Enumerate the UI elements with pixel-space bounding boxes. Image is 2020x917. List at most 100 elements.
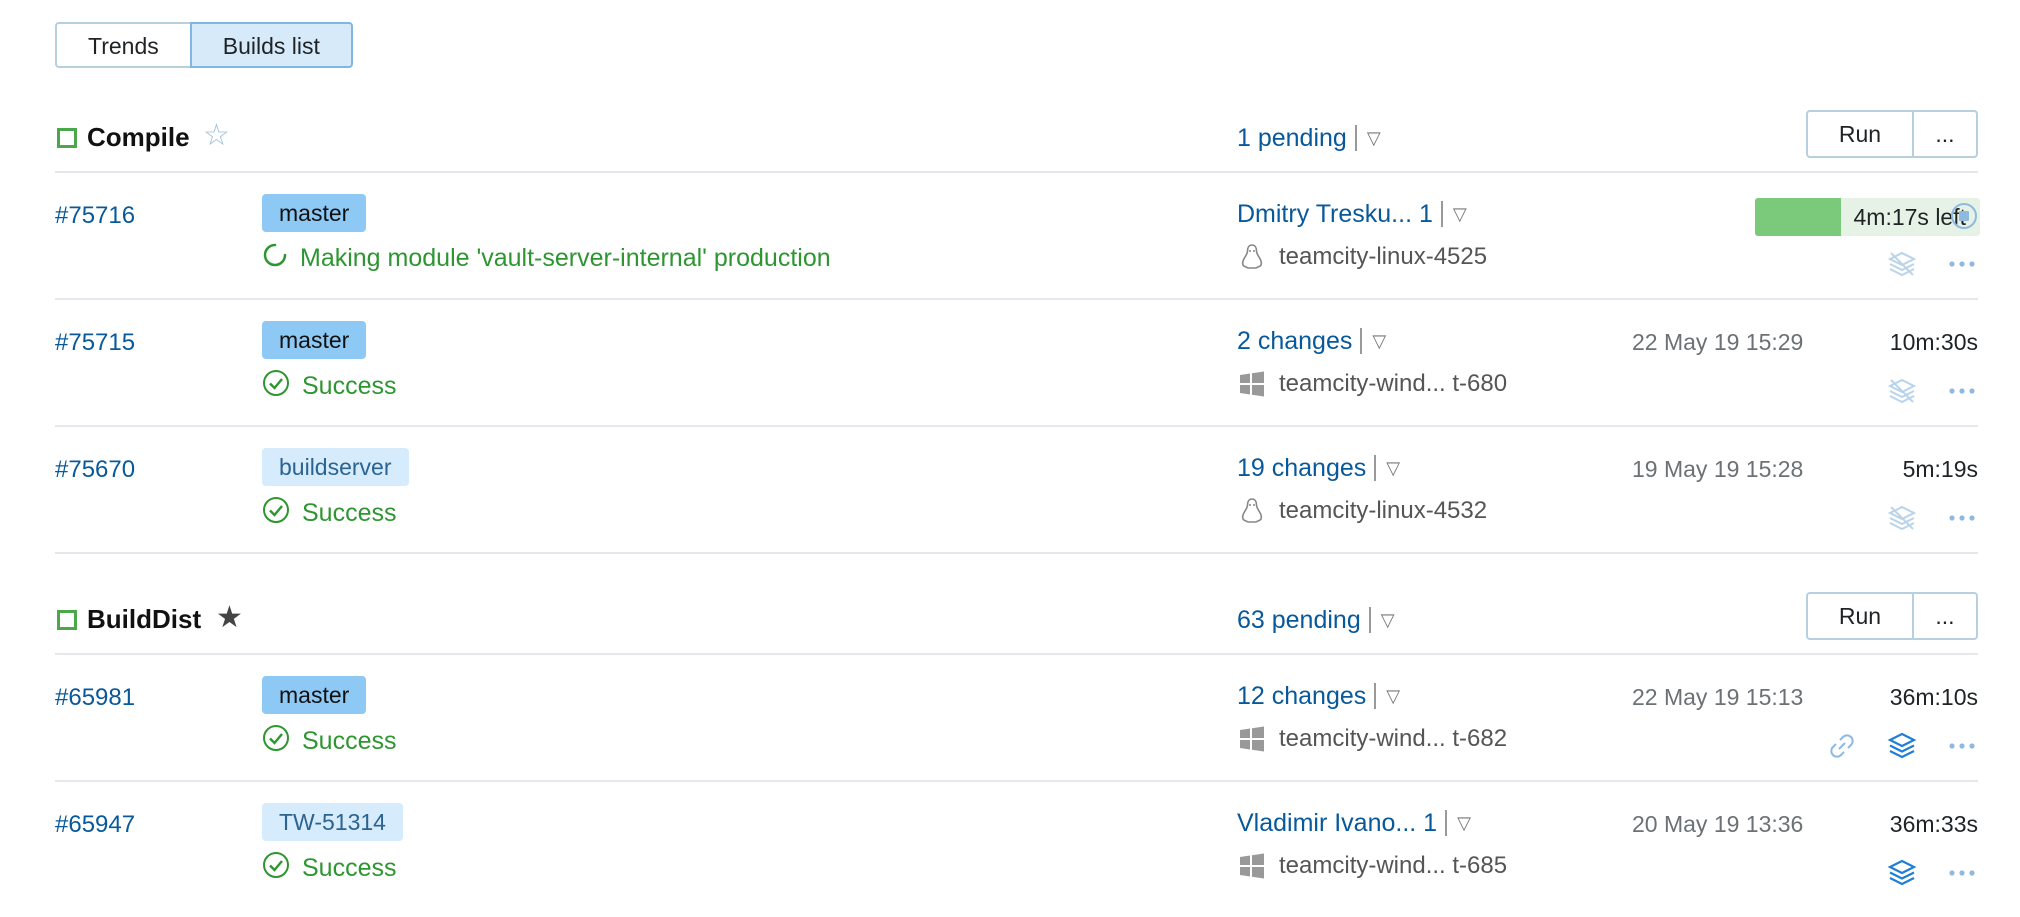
build-duration: 36m:10s [1889, 684, 1978, 710]
agent-name-link[interactable]: teamcity-wind... t-685 [1279, 852, 1507, 880]
changes-link[interactable]: 19 changes [1237, 454, 1366, 482]
success-check-icon [262, 496, 290, 531]
changes-link[interactable]: Dmitry Tresku... 1 [1237, 200, 1433, 228]
branch-badge[interactable]: master [262, 321, 367, 359]
layers-crossed-icon[interactable] [1886, 502, 1918, 534]
agent-info: teamcity-linux-4532 [1237, 496, 1487, 526]
divider [55, 171, 1978, 173]
agent-info: teamcity-wind... t-685 [1237, 851, 1507, 881]
agent-info: teamcity-wind... t-680 [1237, 369, 1507, 399]
build-config-name[interactable]: Compile [87, 122, 190, 153]
changes-link[interactable]: Vladimir Ivano... 1 [1237, 809, 1437, 837]
changes-link[interactable]: 12 changes [1237, 682, 1366, 710]
build-status-text: Success [302, 854, 397, 882]
tab-trends[interactable]: Trends [55, 22, 190, 68]
success-check-icon [262, 724, 290, 759]
link-icon[interactable] [1826, 730, 1858, 762]
build-number-link[interactable]: #75670 [55, 456, 135, 484]
run-options-button[interactable]: ... [1914, 592, 1978, 640]
build-row: #75670 buildserver Success 19 changes ▽ t… [55, 438, 1978, 562]
agent-name-link[interactable]: teamcity-linux-4525 [1279, 243, 1487, 271]
divider [55, 780, 1978, 782]
run-button-group: Run ... [1806, 592, 1978, 640]
pending-changes-link[interactable]: 63 pending [1237, 606, 1361, 634]
divider [1368, 607, 1371, 633]
build-progress-fill [1755, 198, 1841, 236]
build-status[interactable]: Success [262, 496, 396, 531]
tab-builds-list[interactable]: Builds list [189, 22, 353, 68]
build-status[interactable]: Success [262, 851, 396, 886]
build-actions [1858, 248, 1978, 280]
divider [55, 425, 1978, 427]
chevron-down-icon[interactable]: ▽ [1381, 610, 1395, 631]
build-row: #65981 master Success 12 changes ▽ teamci… [55, 666, 1978, 790]
build-number-link[interactable]: #75715 [55, 329, 135, 357]
layers-crossed-icon[interactable] [1886, 248, 1918, 280]
more-actions-icon[interactable] [1946, 502, 1978, 534]
branch-badge[interactable]: master [262, 676, 367, 714]
changes-wrapper: Dmitry Tresku... 1 ▽ [1237, 200, 1467, 229]
build-config-status-icon [57, 610, 77, 630]
more-actions-icon[interactable] [1946, 248, 1978, 280]
divider [1374, 683, 1377, 709]
build-duration: 36m:33s [1889, 811, 1978, 837]
build-number-link[interactable]: #75716 [55, 202, 135, 230]
run-button[interactable]: Run [1806, 592, 1914, 640]
build-status[interactable]: Success [262, 724, 396, 759]
chevron-down-icon[interactable]: ▽ [1386, 686, 1400, 707]
divider [1354, 125, 1357, 151]
build-config-name[interactable]: BuildDist [87, 604, 201, 635]
pending-wrapper: 63 pending ▽ [1237, 606, 1395, 635]
build-start-date: 19 May 19 15:28 [1632, 456, 1804, 482]
chevron-down-icon[interactable]: ▽ [1453, 204, 1467, 225]
agent-name-link[interactable]: teamcity-wind... t-680 [1279, 370, 1507, 398]
build-row: #75715 master Success 2 changes ▽ teamcit… [55, 311, 1978, 435]
run-button[interactable]: Run [1806, 110, 1914, 158]
star-outline-icon[interactable]: ☆ [203, 118, 230, 153]
divider [55, 653, 1978, 655]
changes-wrapper: Vladimir Ivano... 1 ▽ [1237, 809, 1471, 838]
windows-icon [1237, 369, 1267, 399]
agent-name-link[interactable]: teamcity-wind... t-682 [1279, 725, 1507, 753]
build-row: #65947 TW-51314 Success Vladimir Ivano..… [55, 793, 1978, 917]
branch-badge[interactable]: buildserver [262, 448, 409, 486]
branch-badge[interactable]: TW-51314 [262, 803, 403, 841]
chevron-down-icon[interactable]: ▽ [1367, 128, 1381, 149]
spinner-icon [262, 242, 288, 275]
divider [1374, 455, 1377, 481]
chevron-down-icon[interactable]: ▽ [1386, 458, 1400, 479]
agent-info: teamcity-linux-4525 [1237, 242, 1487, 272]
more-actions-icon[interactable] [1946, 857, 1978, 889]
build-config-header-builddist: BuildDist ★ 63 pending ▽ Run ... [55, 590, 1978, 650]
build-number-link[interactable]: #65981 [55, 684, 135, 712]
layers-icon[interactable] [1886, 857, 1918, 889]
changes-wrapper: 12 changes ▽ [1237, 682, 1400, 711]
build-start-date: 22 May 19 15:29 [1632, 329, 1804, 355]
linux-icon [1237, 496, 1267, 526]
build-duration: 10m:30s [1889, 329, 1978, 355]
build-progress-bar: 4m:17s left [1755, 198, 1980, 236]
pending-changes-link[interactable]: 1 pending [1237, 124, 1347, 152]
build-status[interactable]: Success [262, 369, 396, 404]
layers-icon[interactable] [1886, 730, 1918, 762]
chevron-down-icon[interactable]: ▽ [1372, 331, 1386, 352]
more-actions-icon[interactable] [1946, 730, 1978, 762]
build-status[interactable]: Making module 'vault-server-internal' pr… [262, 242, 831, 275]
stop-build-icon[interactable] [1950, 202, 1978, 230]
more-actions-icon[interactable] [1946, 375, 1978, 407]
chevron-down-icon[interactable]: ▽ [1457, 813, 1471, 834]
changes-link[interactable]: 2 changes [1237, 327, 1352, 355]
build-actions [1858, 375, 1978, 407]
branch-badge[interactable]: master [262, 194, 367, 232]
pending-wrapper: 1 pending ▽ [1237, 124, 1381, 153]
changes-wrapper: 2 changes ▽ [1237, 327, 1386, 356]
run-options-button[interactable]: ... [1914, 110, 1978, 158]
agent-info: teamcity-wind... t-682 [1237, 724, 1507, 754]
divider [1445, 810, 1448, 836]
success-check-icon [262, 851, 290, 886]
layers-crossed-icon[interactable] [1886, 375, 1918, 407]
star-filled-icon[interactable]: ★ [216, 600, 243, 635]
build-status-text: Making module 'vault-server-internal' pr… [300, 244, 831, 272]
build-number-link[interactable]: #65947 [55, 811, 135, 839]
agent-name-link[interactable]: teamcity-linux-4532 [1279, 497, 1487, 525]
